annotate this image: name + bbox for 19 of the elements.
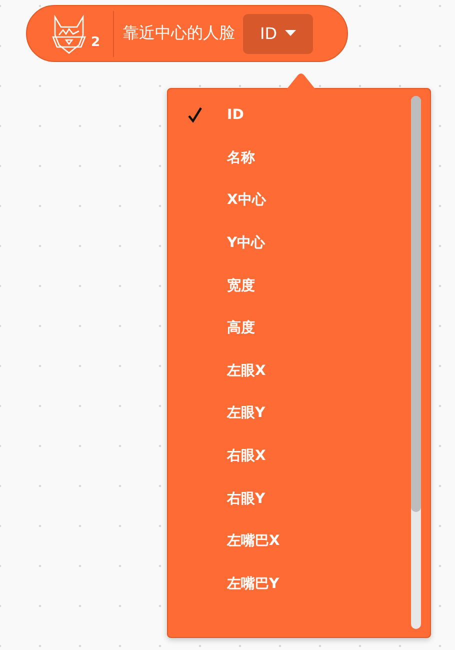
fox-face-icon	[49, 12, 89, 54]
block-label: 靠近中心的人脸	[123, 23, 235, 44]
menu-item[interactable]: 高度	[227, 319, 255, 338]
menu-item[interactable]: 右眼Y	[227, 490, 266, 508]
menu-item[interactable]: 宽度	[227, 276, 255, 295]
face-block[interactable]: 2 靠近中心的人脸 ID	[26, 5, 348, 62]
badge-number: 2	[91, 34, 100, 50]
menu-item[interactable]: Y中心	[227, 234, 266, 252]
scrollbar[interactable]	[411, 96, 421, 629]
menu-item[interactable]: 右眼X	[227, 447, 266, 466]
menu-item[interactable]: ID	[227, 107, 244, 124]
caret-icon	[285, 30, 296, 37]
menu-item[interactable]: 左眼X	[227, 362, 266, 380]
field-dropdown[interactable]: ID	[243, 14, 313, 54]
menu-item[interactable]: 左嘴巴X	[227, 532, 280, 550]
menu-item[interactable]: X中心	[227, 191, 266, 210]
menu-item[interactable]: 左眼Y	[227, 404, 266, 422]
menu-item[interactable]: 左嘴巴Y	[227, 574, 280, 593]
menu-item[interactable]: 名称	[227, 148, 255, 167]
